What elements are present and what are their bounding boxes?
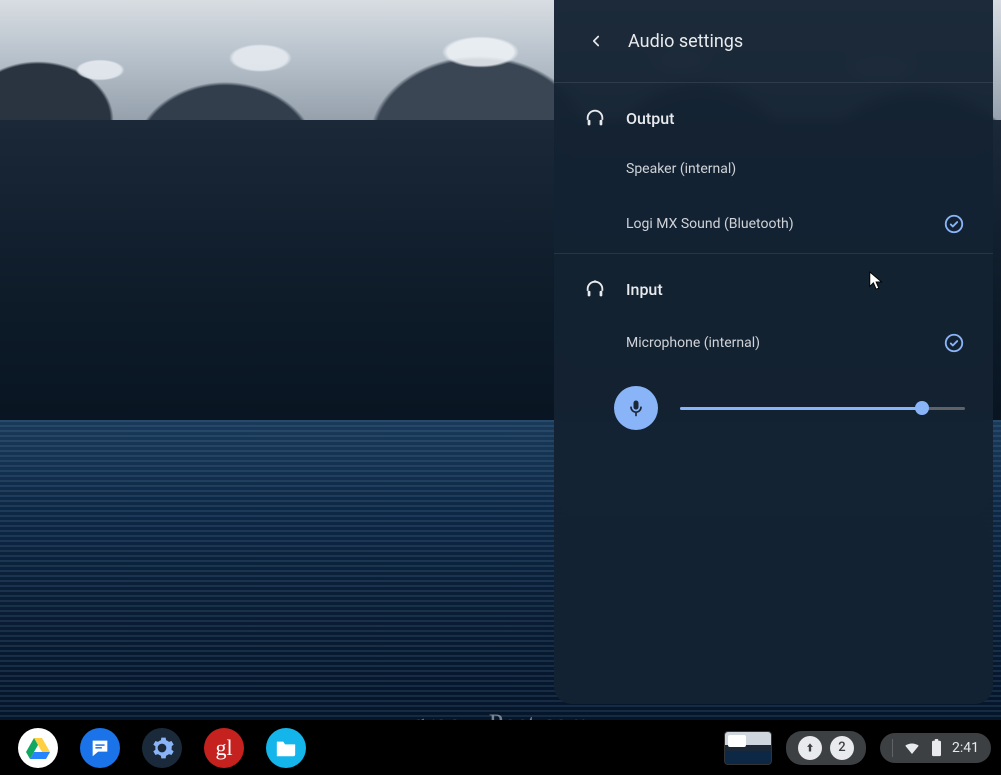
selected-check-icon	[943, 213, 965, 235]
app-google-drive[interactable]	[18, 728, 58, 768]
device-label: Logi MX Sound (Bluetooth)	[626, 216, 794, 232]
audio-settings-panel: Audio settings Output Speaker (internal)…	[554, 0, 993, 704]
panel-title: Audio settings	[628, 31, 743, 52]
gear-icon	[149, 735, 175, 761]
window-preview-thumbnail[interactable]	[724, 731, 772, 765]
folder-icon	[275, 738, 297, 758]
selected-check-icon	[943, 332, 965, 354]
wifi-icon	[903, 739, 921, 757]
panel-header: Audio settings	[554, 0, 993, 82]
mic-gain-row	[554, 372, 993, 448]
device-label: Speaker (internal)	[626, 161, 736, 177]
chevron-left-icon	[587, 32, 605, 50]
notification-pill[interactable]: 2	[786, 731, 866, 765]
output-heading: Output	[626, 109, 674, 128]
update-available-icon	[798, 736, 822, 760]
app-gl[interactable]: gl	[204, 728, 244, 768]
slider-thumb[interactable]	[915, 401, 929, 415]
headphones-up-icon	[582, 278, 608, 300]
headphones-icon	[582, 107, 608, 129]
messages-icon	[89, 737, 111, 759]
system-tray[interactable]: 2:41	[880, 733, 991, 763]
shelf: gl 2 2:41	[0, 720, 1001, 775]
output-section-header: Output	[554, 83, 993, 143]
mouse-cursor	[868, 270, 886, 292]
notification-count-badge: 2	[830, 736, 854, 760]
slider-fill	[680, 407, 922, 410]
output-device-bluetooth[interactable]: Logi MX Sound (Bluetooth)	[554, 195, 993, 253]
mic-toggle-button[interactable]	[614, 386, 658, 430]
input-heading: Input	[626, 280, 663, 299]
shelf-apps: gl	[10, 728, 306, 768]
input-section-header: Input	[554, 254, 993, 314]
input-device-microphone[interactable]: Microphone (internal)	[554, 314, 993, 372]
mic-gain-slider[interactable]	[680, 407, 965, 410]
app-files[interactable]	[266, 728, 306, 768]
battery-icon	[931, 739, 942, 757]
output-device-speaker[interactable]: Speaker (internal)	[554, 143, 993, 195]
tray-separator	[892, 739, 893, 757]
device-label: Microphone (internal)	[626, 335, 760, 351]
microphone-icon	[626, 398, 646, 418]
shelf-status-area: 2 2:41	[724, 731, 991, 765]
gl-icon: gl	[215, 735, 232, 761]
back-button[interactable]	[582, 27, 610, 55]
app-settings[interactable]	[142, 728, 182, 768]
google-drive-icon	[25, 736, 51, 760]
clock: 2:41	[952, 740, 979, 756]
app-messages[interactable]	[80, 728, 120, 768]
